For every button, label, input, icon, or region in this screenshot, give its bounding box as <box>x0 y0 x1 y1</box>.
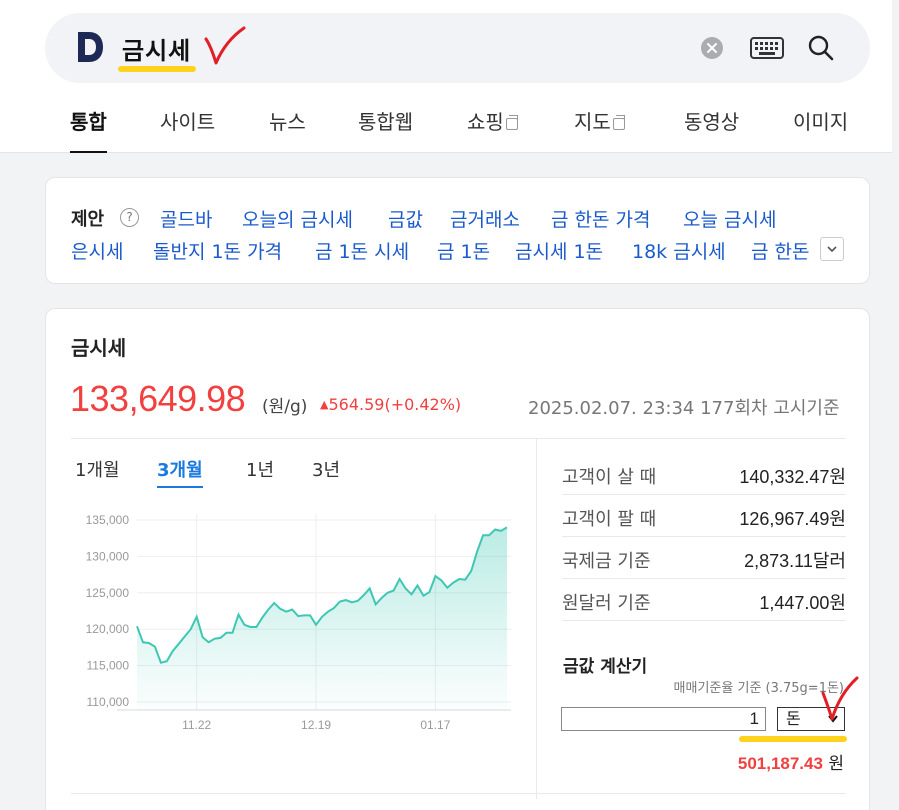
calculator-result: 501,187.43 원 <box>737 754 844 774</box>
price-change: ▲564.59(+0.42%) <box>320 395 462 414</box>
y-tick-label: 130,000 <box>86 549 130 563</box>
external-link-icon <box>612 115 625 130</box>
info-row-usd: 원달러 기준 1,447.00원 <box>562 579 846 621</box>
suggestion-link[interactable]: 금 1돈 <box>437 237 490 264</box>
card-title: 금시세 <box>71 336 127 360</box>
tab-shopping[interactable]: 쇼핑 <box>467 106 518 153</box>
daum-logo-icon[interactable] <box>75 29 105 65</box>
clear-search-button[interactable] <box>701 37 723 59</box>
gold-price-card: 금시세 133,649.98 (원/g) ▲564.59(+0.42%) 202… <box>45 308 870 810</box>
suggestion-link[interactable]: 오늘 금시세 <box>683 205 776 232</box>
info-value: 140,332.47원 <box>739 467 846 487</box>
highlight-underline <box>739 736 847 742</box>
tab-video[interactable]: 동영상 <box>684 106 739 153</box>
x-tick-label: 11.22 <box>182 718 211 732</box>
suggestions-list: 골드바 오늘의 금시세 금값 금거래소 금 한돈 가격 오늘 금시세 은시세 돌… <box>46 178 818 285</box>
search-query[interactable]: 금시세 <box>122 31 191 66</box>
price-chart[interactable]: 135,000 130,000 125,000 120,000 115,000 110,0… <box>71 504 511 739</box>
tab-site[interactable]: 사이트 <box>160 106 215 153</box>
search-tabs: 통합 사이트 뉴스 통합웹 쇼핑 지도 동영상 이미지 <box>70 106 870 153</box>
divider <box>536 439 537 799</box>
period-tab-3m[interactable]: 3개월 <box>157 456 203 488</box>
keyboard-icon[interactable] <box>750 37 784 59</box>
expand-suggestions-button[interactable] <box>820 237 844 261</box>
info-label: 원달러 기준 <box>562 593 651 614</box>
tab-news[interactable]: 뉴스 <box>269 106 306 153</box>
search-header: 금시세 통합 사이트 뉴스 통합웹 쇼핑 지도 동영상 이미지 <box>0 0 892 153</box>
info-row-sell: 고객이 팔 때 126,967.49원 <box>562 495 846 537</box>
red-check-annotation-icon <box>821 676 859 721</box>
x-tick-label: 01.17 <box>420 718 450 732</box>
info-value: 126,967.49원 <box>739 509 846 529</box>
y-tick-label: 120,000 <box>86 622 130 636</box>
tab-integrated[interactable]: 통합 <box>70 106 107 153</box>
divider <box>71 793 846 794</box>
info-row-buy: 고객이 살 때 140,332.47원 <box>562 453 846 495</box>
suggestion-link[interactable]: 은시세 <box>71 237 123 264</box>
calculator-title: 금값 계산기 <box>563 657 648 677</box>
tab-map[interactable]: 지도 <box>574 106 625 153</box>
chart-area <box>137 527 507 710</box>
highlight-underline <box>118 66 196 72</box>
suggestion-link[interactable]: 금값 <box>388 205 423 232</box>
info-label: 고객이 팔 때 <box>562 509 657 530</box>
price-timestamp: 2025.02.07. 23:34 177회차 고시기준 <box>528 398 840 419</box>
chevron-down-icon <box>827 246 837 253</box>
price-unit: (원/g) <box>262 397 308 417</box>
search-icon[interactable] <box>807 34 835 62</box>
up-triangle-icon: ▲ <box>320 398 329 411</box>
suggestion-link[interactable]: 금시세 1돈 <box>515 237 603 264</box>
tab-image[interactable]: 이미지 <box>793 106 848 153</box>
tab-web[interactable]: 통합웹 <box>358 106 413 153</box>
info-value: 1,447.00원 <box>759 593 846 613</box>
external-link-icon <box>505 115 518 130</box>
search-bar[interactable]: 금시세 <box>45 13 870 83</box>
y-tick-label: 115,000 <box>87 659 130 673</box>
y-tick-label: 135,000 <box>86 513 130 527</box>
y-tick-label: 125,000 <box>86 586 130 600</box>
red-check-annotation-icon <box>204 26 246 65</box>
period-tab-3y[interactable]: 3년 <box>312 456 340 488</box>
current-price: 133,649.98 <box>70 378 246 419</box>
divider <box>71 438 846 439</box>
suggestion-link[interactable]: 금 한돈 <box>751 237 809 264</box>
suggestion-link[interactable]: 금 한돈 가격 <box>551 205 650 232</box>
period-tab-1m[interactable]: 1개월 <box>75 456 120 488</box>
calculator-note: 매매기준율 기준 (3.75g=1돈) <box>673 681 844 696</box>
suggestion-link[interactable]: 금거래소 <box>450 205 520 232</box>
y-tick-label: 110,000 <box>87 695 130 709</box>
suggestion-link[interactable]: 금 1돈 시세 <box>315 237 409 264</box>
suggestion-link[interactable]: 18k 금시세 <box>632 237 726 264</box>
related-suggestions: 제안 ? 골드바 오늘의 금시세 금값 금거래소 금 한돈 가격 오늘 금시세 … <box>45 177 870 284</box>
period-tab-1y[interactable]: 1년 <box>246 456 274 488</box>
close-icon <box>707 43 717 53</box>
suggestion-link[interactable]: 돌반지 1돈 가격 <box>153 237 282 264</box>
info-value: 2,873.11달러 <box>744 551 846 571</box>
calculator-quantity-input[interactable]: 1 <box>561 707 766 731</box>
suggestion-link[interactable]: 오늘의 금시세 <box>242 205 353 232</box>
info-label: 국제금 기준 <box>562 551 651 572</box>
x-tick-label: 12.19 <box>301 718 331 732</box>
info-label: 고객이 살 때 <box>562 467 657 488</box>
suggestion-link[interactable]: 골드바 <box>160 205 212 232</box>
info-row-international: 국제금 기준 2,873.11달러 <box>562 537 846 579</box>
